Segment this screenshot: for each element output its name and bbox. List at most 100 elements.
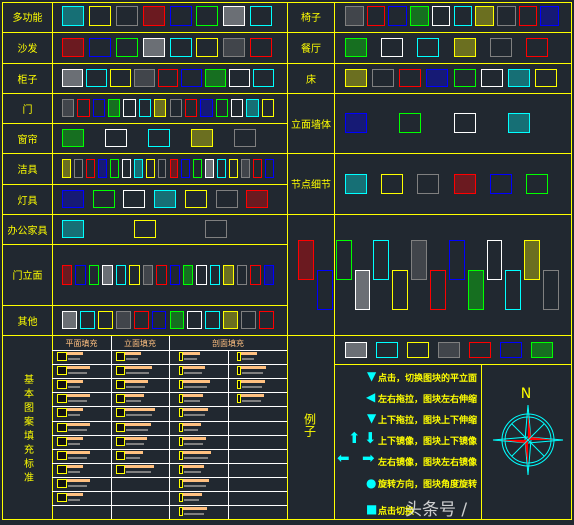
cad-block-symbol — [345, 6, 364, 26]
fill-label-bar — [241, 394, 264, 398]
cad-block-symbol — [169, 99, 182, 117]
cad-block-symbol — [187, 311, 203, 329]
cad-block-symbol — [543, 269, 559, 310]
cad-block-symbol — [169, 311, 185, 329]
cad-block-symbol — [145, 159, 155, 178]
cad-block-symbol — [154, 190, 177, 208]
cad-block-symbol — [157, 69, 179, 87]
fill-desc-bar — [68, 386, 80, 389]
cad-block-symbol — [154, 99, 167, 117]
fill-desc-bar — [184, 358, 197, 360]
cad-block-symbol — [426, 69, 449, 87]
fill-desc-bar — [242, 358, 254, 360]
fill-label-bar — [67, 478, 90, 482]
cad-block-symbol — [169, 38, 192, 57]
cad-block-symbol — [381, 173, 404, 194]
cad-block-symbol — [507, 113, 530, 133]
cad-block-symbol — [223, 264, 234, 285]
cad-block-symbol — [505, 269, 522, 310]
label-wall-elevation: 立面墙体 — [291, 119, 331, 131]
fill-desc-bar — [184, 484, 206, 487]
fill-desc-bar — [126, 372, 149, 375]
fill-label-bar — [125, 366, 152, 370]
cad-block-symbol — [73, 159, 83, 178]
fill-label-bar — [183, 493, 202, 496]
cad-block-symbol — [500, 342, 522, 358]
fill-swatch — [116, 394, 125, 404]
cad-block-symbol — [205, 69, 227, 87]
cad-block-symbol — [411, 239, 427, 280]
cad-block-symbol — [373, 239, 390, 280]
cad-block-symbol — [148, 129, 170, 147]
cad-block-symbol — [157, 159, 167, 178]
cad-block-symbol — [133, 159, 143, 178]
instruction-2: 左右拖拉，图块左右伸缩 — [378, 395, 478, 405]
header-plan-fill: 平面填充 — [65, 339, 98, 348]
fill-swatch — [116, 352, 125, 361]
cad-block-symbol — [215, 99, 228, 117]
cad-block-symbol — [142, 264, 154, 285]
fill-label-bar — [183, 380, 210, 384]
fill-label-bar — [125, 436, 147, 440]
table-line — [52, 448, 287, 450]
cad-block-symbol — [196, 6, 219, 26]
fill-desc-bar — [126, 456, 140, 459]
cad-block-symbol — [496, 6, 516, 26]
fill-desc-bar — [68, 428, 87, 431]
cad-block-symbol — [335, 239, 352, 280]
cad-block-symbol — [223, 38, 246, 57]
label-door-elevation: 门立面 — [12, 271, 43, 282]
fill-desc-bar — [68, 414, 80, 417]
fill-desc-bar — [126, 470, 151, 473]
fill-desc-bar — [184, 428, 198, 431]
cad-block-symbol — [430, 269, 446, 310]
cad-block-symbol — [540, 6, 559, 26]
fill-swatch — [57, 394, 67, 404]
cad-block-symbol — [431, 6, 451, 26]
cad-block-symbol — [534, 69, 557, 87]
cad-block-symbol — [417, 38, 440, 57]
cad-block-symbol — [486, 239, 503, 280]
cad-block-symbol — [142, 6, 165, 26]
cad-block-symbol — [205, 159, 215, 178]
cad-block-symbol — [62, 190, 84, 208]
fill-label-bar — [67, 380, 83, 384]
cad-block-symbol — [181, 69, 203, 87]
instruction-3: 上下拖拉，图块上下伸缩 — [378, 416, 478, 426]
cad-block-symbol — [191, 129, 213, 147]
cad-block-symbol — [108, 99, 121, 117]
cad-block-symbol — [62, 311, 77, 329]
cad-block-symbol — [151, 311, 167, 329]
arrow-up-icon: ⬆ — [348, 429, 361, 447]
cad-block-symbol — [453, 173, 476, 194]
label-node-detail: 节点细节 — [291, 180, 331, 191]
cad-block-symbol — [62, 129, 84, 147]
cad-block-symbol — [518, 6, 538, 26]
fill-label-bar — [125, 422, 151, 426]
fill-desc-bar — [184, 499, 199, 501]
cad-block-symbol — [133, 311, 149, 329]
cad-block-symbol — [345, 38, 367, 57]
fill-label-bar — [183, 422, 201, 426]
cad-block-symbol — [88, 6, 111, 26]
fill-label-bar — [125, 394, 144, 398]
cad-block-symbol — [399, 69, 422, 87]
cad-block-symbol — [62, 99, 75, 117]
cad-block-symbol — [142, 38, 165, 57]
fill-label-bar — [67, 493, 83, 496]
cad-block-symbol — [62, 264, 73, 285]
cad-block-symbol — [388, 6, 408, 26]
grid-line — [334, 364, 572, 365]
cad-block-symbol — [372, 69, 395, 87]
cad-block-symbol — [200, 99, 213, 117]
fill-swatch — [116, 464, 125, 474]
cad-block-symbol — [524, 239, 541, 280]
cad-block-symbol — [97, 159, 107, 178]
cad-block-symbol — [253, 69, 274, 87]
cad-block-symbol — [234, 129, 256, 147]
table-line — [52, 476, 287, 478]
fill-desc-bar — [126, 358, 138, 360]
header-section-fill: 剖面填充 — [212, 339, 244, 348]
cad-block-symbol — [229, 159, 239, 178]
fill-desc-bar — [126, 442, 144, 445]
